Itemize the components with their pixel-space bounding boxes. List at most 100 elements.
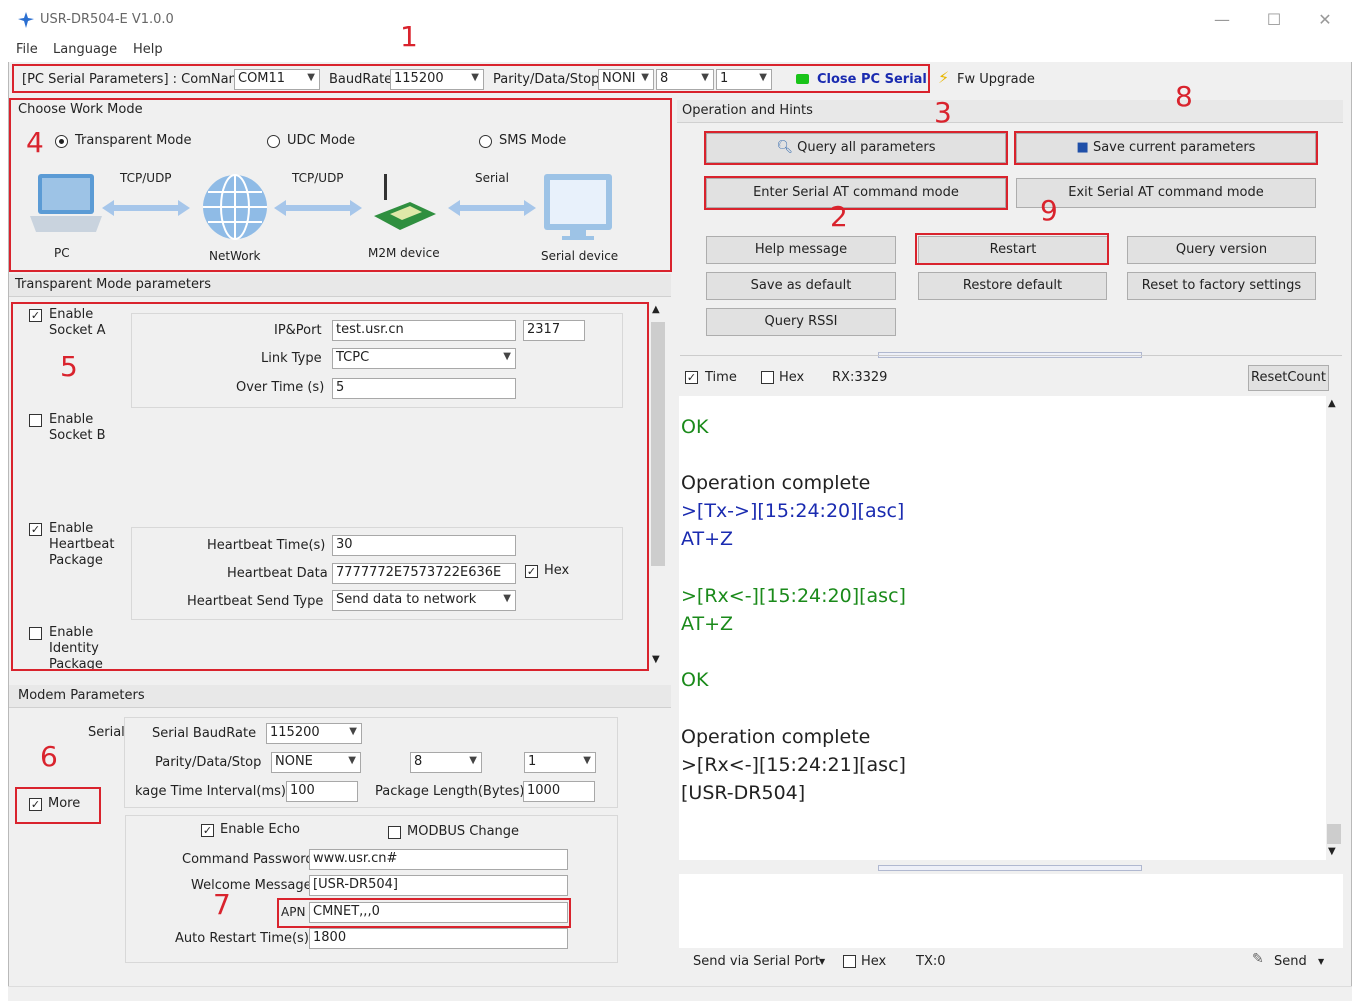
send-via-dropdown[interactable]: Send via Serial Port — [693, 954, 820, 969]
hb-sendtype-label: Heartbeat Send Type — [187, 594, 324, 609]
log-hex-label: Hex — [779, 370, 805, 385]
send-hex-label: Hex — [861, 954, 887, 969]
highlight-box-3 — [704, 131, 1008, 165]
modbus-label: MODBUS Change — [407, 824, 520, 839]
title-bar — [8, 4, 1352, 38]
overtime-input[interactable]: 5 — [332, 378, 516, 399]
port-input[interactable]: 2317 — [523, 320, 585, 341]
maximize-icon[interactable]: ☐ — [1262, 10, 1286, 29]
socket-a-enable: Enable — [49, 307, 94, 322]
reset-count-button[interactable]: ResetCount — [1248, 365, 1329, 391]
globe-icon — [203, 174, 267, 240]
scroll-down-icon[interactable]: ▼ — [1328, 846, 1336, 857]
interval-label: kage Time Interval(ms) — [135, 784, 286, 799]
double-arrow-icon — [448, 200, 536, 216]
apn-input[interactable]: CMNET,,,0 — [309, 902, 568, 923]
close-icon[interactable]: ✕ — [1313, 10, 1337, 29]
menu-language[interactable]: Language — [53, 42, 117, 57]
modem-databits-select[interactable]: 8 ▼ — [410, 752, 482, 773]
identity-checkbox[interactable] — [29, 627, 42, 640]
restore-default-button[interactable]: Restore default — [918, 272, 1107, 300]
scrollbar-thumb[interactable] — [651, 322, 665, 566]
exit-at-button[interactable]: Exit Serial AT command mode — [1016, 178, 1316, 208]
log-area[interactable]: OK Operation complete >[Tx->][15:24:20][… — [679, 396, 1327, 860]
echo-checkbox[interactable]: ✓ — [201, 824, 214, 837]
splitter-handle-2[interactable] — [878, 865, 1142, 871]
send-hex-checkbox[interactable] — [843, 955, 856, 968]
minimize-icon[interactable]: — — [1210, 10, 1234, 29]
hb-hex-checkbox[interactable]: ✓ — [525, 565, 538, 578]
marker-3: 3 — [934, 96, 952, 129]
linktype-label: Link Type — [261, 351, 322, 366]
status-bar — [8, 986, 1352, 1001]
log-hex-checkbox[interactable] — [761, 371, 774, 384]
heartbeat-name1: Heartbeat — [49, 537, 115, 552]
modem-databits-value: 8 — [414, 754, 423, 769]
query-version-button[interactable]: Query version — [1127, 236, 1316, 264]
highlight-box-8 — [1014, 131, 1318, 165]
cmdpwd-input[interactable]: www.usr.cn# — [309, 849, 568, 870]
query-rssi-button[interactable]: Query RSSI — [706, 308, 896, 336]
cmdpwd-label: Command Password — [182, 852, 314, 867]
modem-baud-value: 115200 — [270, 725, 320, 740]
time-checkbox[interactable]: ✓ — [685, 371, 698, 384]
identity-name1: Identity — [49, 641, 99, 656]
network-label: NetWork — [209, 249, 261, 263]
log-line: >[Rx<-][15:24:20][asc] — [681, 585, 906, 607]
send-input[interactable] — [679, 874, 1343, 948]
socket-b-checkbox[interactable] — [29, 414, 42, 427]
scroll-up-icon[interactable]: ▲ — [652, 304, 660, 315]
log-scrollbar-thumb[interactable] — [1327, 824, 1341, 844]
socket-a-checkbox[interactable]: ✓ — [29, 309, 42, 322]
help-button[interactable]: Help message — [706, 236, 896, 264]
hb-sendtype-select[interactable]: Send data to network ▼ — [332, 590, 516, 611]
pc-label: PC — [54, 246, 70, 260]
scroll-down-icon[interactable]: ▼ — [652, 654, 660, 665]
pc-icon — [30, 174, 102, 232]
m2m-label: M2M device — [368, 246, 440, 260]
chevron-down-icon: ▼ — [469, 755, 477, 766]
autorestart-input[interactable]: 1800 — [309, 928, 568, 949]
send-icon: ✎ — [1252, 951, 1264, 967]
hb-time-input[interactable]: 30 — [332, 535, 516, 556]
log-line: Operation complete — [681, 472, 871, 494]
heartbeat-name2: Package — [49, 553, 103, 568]
ip-input[interactable]: test.usr.cn — [332, 320, 516, 341]
chevron-down-icon: ▼ — [349, 726, 357, 737]
transparent-mode-radio[interactable] — [55, 135, 68, 148]
menu-help[interactable]: Help — [133, 42, 163, 57]
sms-mode-radio[interactable] — [479, 135, 492, 148]
pkglen-input[interactable]: 1000 — [523, 781, 595, 802]
pkglen-label: Package Length(Bytes) — [375, 784, 525, 799]
marker-5: 5 — [60, 350, 78, 383]
interval-input[interactable]: 100 — [286, 781, 358, 802]
send-button[interactable]: Send — [1274, 954, 1307, 969]
chevron-down-icon: ▼ — [583, 755, 591, 766]
menu-bar — [8, 38, 1352, 62]
link1-label: TCP/UDP — [120, 171, 172, 185]
heartbeat-enable: Enable — [49, 521, 94, 536]
app-logo-icon — [18, 12, 34, 28]
modem-parity-select[interactable]: NONE ▼ — [271, 752, 361, 773]
monitor-icon — [544, 174, 612, 240]
udc-mode-radio[interactable] — [267, 135, 280, 148]
welcome-input[interactable]: [USR-DR504] — [309, 875, 568, 896]
linktype-select[interactable]: TCPC ▼ — [332, 348, 516, 369]
heartbeat-checkbox[interactable]: ✓ — [29, 523, 42, 536]
chevron-down-icon: ▼ — [348, 755, 356, 766]
modem-stopbits-select[interactable]: 1 ▼ — [524, 752, 596, 773]
marker-1: 1 — [400, 20, 418, 53]
fw-upgrade-button[interactable]: Fw Upgrade — [957, 72, 1035, 87]
reset-factory-button[interactable]: Reset to factory settings — [1127, 272, 1316, 300]
save-default-button[interactable]: Save as default — [706, 272, 896, 300]
hb-sendtype-value: Send data to network — [336, 592, 477, 607]
modem-baud-select[interactable]: 115200 ▼ — [266, 723, 362, 744]
menu-file[interactable]: File — [16, 42, 38, 57]
more-checkbox[interactable]: ✓ — [29, 798, 42, 811]
socket-b-enable: Enable — [49, 412, 94, 427]
scroll-up-icon[interactable]: ▲ — [1328, 398, 1336, 409]
hb-data-input[interactable]: 7777772E7573722E636E — [332, 563, 516, 584]
modem-title: Modem Parameters — [18, 688, 145, 703]
modbus-checkbox[interactable] — [388, 826, 401, 839]
log-scrollbar[interactable] — [1326, 396, 1342, 860]
